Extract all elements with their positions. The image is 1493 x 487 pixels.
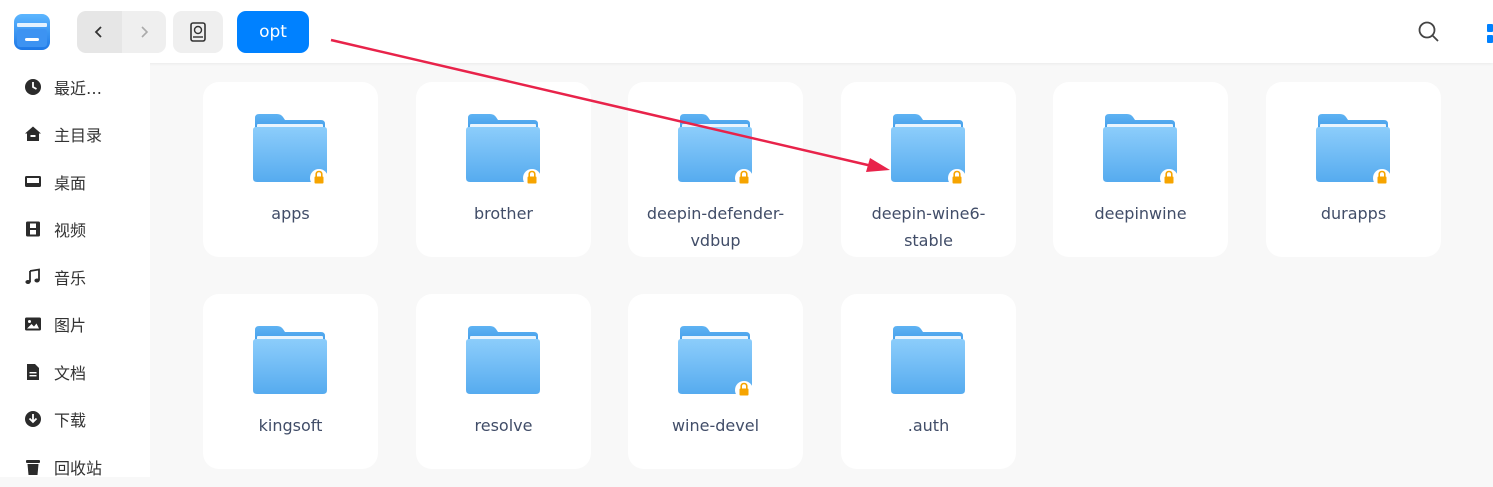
folder-icon <box>466 326 540 394</box>
sidebar-item-label: 图片 <box>54 316 87 335</box>
folder-name: brother <box>473 204 533 223</box>
film-icon <box>24 220 42 238</box>
sidebar-item-label: 视频 <box>54 221 87 240</box>
image-icon <box>24 315 42 333</box>
view-mode-icon <box>1487 24 1493 43</box>
lock-icon <box>1372 168 1392 188</box>
lock-icon <box>309 168 329 188</box>
folder-item[interactable]: apps <box>203 82 378 257</box>
sidebar-item-label: 回收站 <box>54 459 103 478</box>
sidebar-item-home[interactable]: 主目录 <box>0 114 150 154</box>
download-icon <box>24 410 42 428</box>
sidebar-item-documents[interactable]: 文档 <box>0 352 150 392</box>
back-button[interactable] <box>77 11 122 53</box>
sidebar: 最近… 主目录 桌面 视频 音乐 图片 文档 下载 回收站 <box>0 63 150 478</box>
trash-icon <box>24 458 42 476</box>
sidebar-item-label: 桌面 <box>54 174 87 193</box>
title-bar: opt <box>0 0 1493 63</box>
home-icon <box>24 125 42 143</box>
sidebar-item-music[interactable]: 音乐 <box>0 257 150 297</box>
sidebar-item-label: 音乐 <box>54 269 87 288</box>
sidebar-item-trash[interactable]: 回收站 <box>0 447 150 487</box>
lock-icon <box>734 380 754 400</box>
folder-item[interactable]: brother <box>416 82 591 257</box>
document-icon <box>24 363 42 381</box>
lock-icon <box>734 168 754 188</box>
sidebar-item-label: 下载 <box>54 411 87 430</box>
folder-name: wine-devel <box>671 416 760 435</box>
search-icon <box>1418 21 1439 42</box>
clock-icon <box>24 78 42 96</box>
folder-name: apps <box>271 204 310 223</box>
folder-item[interactable]: .auth <box>841 294 1016 469</box>
music-note-icon <box>24 268 42 286</box>
file-manager-icon[interactable] <box>12 11 52 53</box>
folder-item[interactable]: deepinwine <box>1053 82 1228 257</box>
sidebar-item-videos[interactable]: 视频 <box>0 209 150 249</box>
folder-icon <box>891 326 965 394</box>
view-mode-button[interactable] <box>1487 24 1493 44</box>
sidebar-item-label: 最近… <box>54 79 103 98</box>
lock-icon <box>522 168 542 188</box>
folder-name: kingsoft <box>258 416 323 435</box>
lock-icon <box>947 168 967 188</box>
sidebar-item-downloads[interactable]: 下载 <box>0 399 150 439</box>
folder-name: resolve <box>474 416 533 435</box>
sidebar-item-label: 主目录 <box>54 126 103 145</box>
folder-name: deepin-wine6- stable <box>871 204 986 250</box>
folder-name: durapps <box>1320 204 1387 223</box>
sidebar-item-pictures[interactable]: 图片 <box>0 304 150 344</box>
navigation-buttons <box>77 11 166 53</box>
folder-item[interactable]: resolve <box>416 294 591 469</box>
folder-name: deepinwine <box>1094 204 1187 223</box>
file-grid: apps brother deepin-defender- vdbup deep… <box>150 63 1493 477</box>
breadcrumb-current[interactable]: opt <box>237 11 309 53</box>
lock-icon <box>1159 168 1179 188</box>
folder-item[interactable]: deepin-defender- vdbup <box>628 82 803 257</box>
chevron-right-icon <box>141 26 148 38</box>
sidebar-item-recent[interactable]: 最近… <box>0 67 150 107</box>
folder-item[interactable]: durapps <box>1266 82 1441 257</box>
chevron-left-icon <box>94 26 102 38</box>
sidebar-item-label: 文档 <box>54 364 87 383</box>
folder-icon <box>253 326 327 394</box>
forward-button[interactable] <box>121 11 166 53</box>
folder-name: deepin-defender- vdbup <box>646 204 785 250</box>
desktop-icon <box>24 173 42 191</box>
folder-item[interactable]: kingsoft <box>203 294 378 469</box>
sidebar-item-desktop[interactable]: 桌面 <box>0 162 150 202</box>
folder-item[interactable]: wine-devel <box>628 294 803 469</box>
folder-name: .auth <box>907 416 950 435</box>
hard-disk-icon <box>190 22 206 42</box>
disk-breadcrumb-button[interactable] <box>173 11 223 53</box>
search-button[interactable] <box>1416 19 1442 45</box>
folder-item[interactable]: deepin-wine6- stable <box>841 82 1016 257</box>
